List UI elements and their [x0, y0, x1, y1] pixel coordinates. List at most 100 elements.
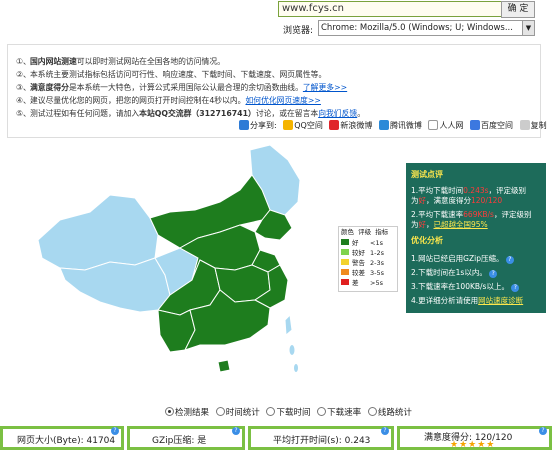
star-rating: ★★★★★ [450, 440, 496, 450]
baidu-icon [470, 120, 481, 130]
help-icon[interactable]: ? [381, 427, 389, 435]
info-num: ⑤、 [16, 109, 31, 118]
info-text: 测试过程如有任何问题，请加入 [30, 109, 140, 118]
info-line-5: ⑤、测试过程如有任何问题，请加入本站QQ交流群（312716741）讨论，或在留… [16, 108, 365, 119]
review-line-2b: 为好，已超越全国95% [411, 220, 488, 229]
china-map[interactable] [30, 140, 340, 395]
stat-gzip: GZip压缩: 是 ? [127, 426, 245, 450]
review-title: 测试点评 [411, 170, 443, 179]
radio-dot[interactable] [317, 407, 327, 416]
copy-icon [519, 120, 530, 130]
share-renren[interactable]: 人人网 [428, 120, 463, 131]
help-icon[interactable]: ? [232, 427, 240, 435]
rank-link[interactable]: 已超越全国95% [434, 220, 488, 229]
legend-row: 警告 2-3s [341, 259, 384, 268]
info-text: 是本系统一大特色，计算公式采用国际公认最合理的余切函数曲线。 [68, 83, 303, 92]
share-baidu[interactable]: 百度空间 [470, 120, 513, 131]
browser-select[interactable]: Chrome: Mozilla/5.0 (Windows; U; Windows… [318, 20, 535, 36]
info-num: ①、 [16, 57, 31, 66]
radio-route-stats[interactable]: 线路统计 [367, 406, 412, 418]
info-num: ④、 [16, 96, 31, 105]
region-island-2 [294, 364, 298, 372]
radio-dot[interactable] [215, 407, 225, 416]
radio-result[interactable]: 检测结果 [165, 406, 209, 418]
optimize-line-4: 4.更详细分析请使用网站速度诊断 [411, 296, 524, 305]
info-num: ③、 [16, 83, 31, 92]
region-xinjiang[interactable] [37, 194, 159, 271]
optimize-link[interactable]: 如何优化网页速度>> [245, 96, 320, 105]
legend-swatch [341, 249, 349, 255]
stat-score: 满意度得分: 120/120 ★★★★★ ? [397, 426, 552, 450]
legend-header-range: 指标 [375, 228, 389, 236]
share-qzone[interactable]: QQ空间 [283, 120, 323, 131]
stat-label: 网页大小(Byte): [17, 436, 84, 446]
info-line-3: ③、满意度得分是本系统一大特色，计算公式采用国际公认最合理的余切函数曲线。了解更… [16, 82, 347, 93]
review-line-1b: 为好，满意度得分120/120 [411, 196, 503, 205]
legend-row: 较差 3-5s [341, 269, 384, 278]
url-input[interactable]: www.fcys.cn [278, 1, 504, 17]
info-text: 建议尽量优化您的网页，把您的网页打开时间控制在4秒以内。 [30, 96, 246, 105]
learn-more-link[interactable]: 了解更多>> [303, 83, 347, 92]
legend-swatch [341, 239, 349, 245]
legend-header-grade: 评级 [358, 228, 372, 236]
legend-swatch [341, 279, 349, 285]
browser-selected-value: Chrome: Mozilla/5.0 (Windows; U; Windows… [321, 23, 513, 33]
share-tencent[interactable]: 腾讯微博 [378, 120, 422, 131]
stat-label: 平均打开时间(s): [273, 436, 342, 446]
help-icon[interactable]: ? [511, 284, 520, 292]
help-icon[interactable]: ? [505, 256, 514, 264]
legend-row: 差 >5s [341, 279, 383, 288]
info-bold: 满意度得分 [30, 83, 69, 92]
map-legend: 颜色 评级 指标 好 <1s 较好 1-2s 警告 2-3s 较差 3-5s 差 >5s [338, 226, 398, 292]
radio-dot[interactable] [367, 407, 377, 416]
info-text: 本系统主要测试指标包括访问可行性、响应速度、下载时间、下载速度、网页属性等。 [30, 70, 327, 79]
optimize-title: 优化分析 [411, 236, 443, 245]
help-icon[interactable]: ? [489, 270, 498, 278]
share-label: 分享到: [239, 120, 277, 131]
go-button[interactable]: 确 定 [501, 1, 535, 18]
help-icon[interactable]: ? [111, 427, 119, 435]
info-line-4: ④、建议尽量优化您的网页，把您的网页打开时间控制在4秒以内。如何优化网页速度>> [16, 95, 321, 106]
radio-time-stats[interactable]: 时间统计 [215, 406, 260, 418]
share-icon [239, 120, 249, 130]
qzone-icon [283, 120, 294, 130]
radio-dot[interactable] [165, 407, 174, 416]
legend-row: 好 <1s [341, 239, 383, 248]
stat-avg-time: 平均打开时间(s): 0.243 ? [248, 426, 394, 450]
region-hainan[interactable] [217, 359, 231, 373]
region-island-1 [289, 345, 295, 355]
share-sina[interactable]: 新浪微博 [329, 120, 372, 131]
legend-swatch [341, 269, 349, 275]
radio-download-rate[interactable]: 下载速率 [317, 406, 361, 418]
info-text: 讨论，或在留言本 [255, 109, 319, 118]
stat-value: 41704 [86, 436, 116, 446]
info-line-1: ①、国内网站测速可以即时测试网站在全国各地的访问情况。 [16, 56, 225, 67]
feedback-link[interactable]: 向我们反馈 [318, 109, 357, 118]
radio-dot[interactable] [266, 407, 276, 416]
info-num: ②、 [16, 70, 31, 79]
share-row: 分享到: QQ空间 新浪微博 腾讯微博 人人网 百度空间 复制 [239, 120, 551, 132]
info-line-2: ②、本系统主要测试指标包括访问可行性、响应速度、下载时间、下载速度、网页属性等。 [16, 69, 326, 80]
info-bold: 本站QQ交流群（312716741） [139, 109, 256, 118]
review-panel: 测试点评 1.平均下载时间0.243s，评定级别 为好，满意度得分120/120… [406, 163, 546, 313]
chevron-down-icon[interactable]: ▼ [522, 21, 534, 35]
browser-label: 浏览器: [283, 26, 314, 36]
optimize-line-3: 3.下载速率在100KB/s以上。 ? [411, 281, 520, 292]
help-icon[interactable]: ? [539, 427, 547, 435]
info-text: 。 [357, 109, 365, 118]
share-copy[interactable]: 复制 [519, 120, 547, 131]
renren-icon [428, 120, 439, 130]
stat-page-size: 网页大小(Byte): 41704 ? [0, 426, 124, 450]
radio-download-time[interactable]: 下载时间 [266, 406, 310, 418]
view-radio-group: 检测结果 时间统计 下载时间 下载速率 线路统计 [165, 406, 416, 418]
sina-icon [329, 120, 340, 130]
optimize-line-1: 1.网站已经启用GZip压缩。 ? [411, 253, 514, 264]
region-taiwan[interactable] [284, 313, 293, 337]
optimize-line-2: 2.下载时间在1s以内。 ? [411, 267, 498, 278]
stat-value: 是 [197, 436, 207, 446]
legend-swatch [341, 259, 349, 265]
stat-label: GZip压缩: [152, 436, 195, 446]
tencent-icon [378, 120, 389, 130]
legend-header-color: 颜色 [341, 228, 354, 236]
diagnose-link[interactable]: 网站速度诊断 [478, 296, 523, 305]
